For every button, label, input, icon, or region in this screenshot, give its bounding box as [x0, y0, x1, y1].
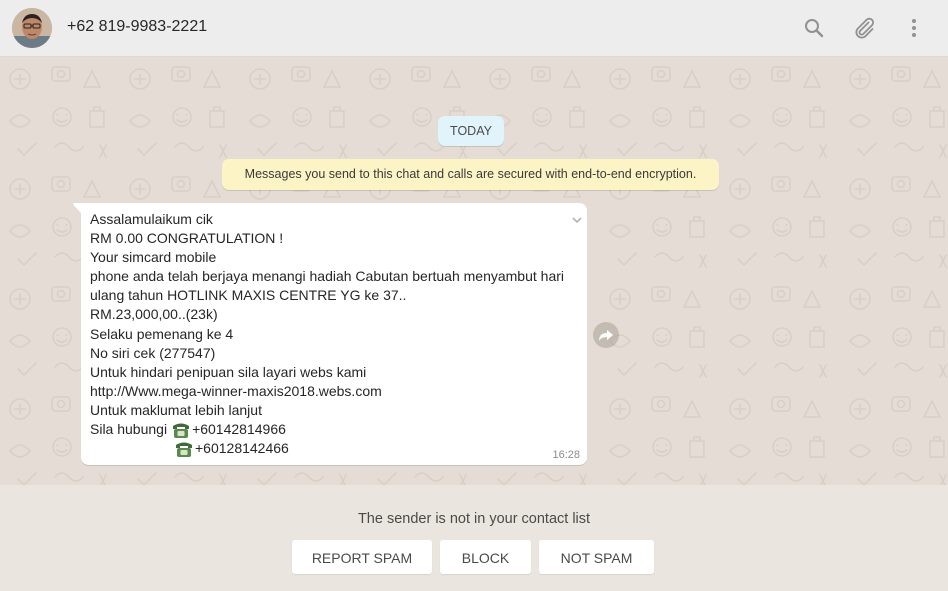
message-line: phone anda telah berjaya menangi hadiah …: [90, 268, 565, 285]
message-line: ulang tahun HOTLINK MAXIS CENTRE YG ke 3…: [90, 287, 407, 304]
sender-not-in-contacts-note: The sender is not in your contact list: [357, 511, 591, 527]
not-spam-button[interactable]: NOT SPAM: [539, 540, 654, 574]
phone-number-1[interactable]: +60142814966: [192, 420, 286, 439]
encryption-notice[interactable]: Messages you send to this chat and calls…: [222, 159, 719, 190]
message-line: RM.23,000,00..(23k): [90, 306, 218, 323]
search-icon[interactable]: [802, 16, 826, 40]
contact-avatar[interactable]: [12, 8, 52, 48]
message-line: Untuk maklumat lebih lanjut: [90, 401, 262, 418]
message-line: RM 0.00 CONGRATULATION !: [90, 230, 284, 247]
phone-number-2[interactable]: +60128142466: [195, 439, 289, 458]
message-line: Selaku pemenang ke 4: [90, 325, 234, 342]
report-spam-button[interactable]: REPORT SPAM: [292, 540, 432, 574]
message-menu-chevron-icon[interactable]: [571, 211, 583, 229]
forward-message-button[interactable]: [593, 322, 619, 348]
message-text: Assalamulaikum cik RM 0.00 CONGRATULATIO…: [90, 210, 564, 458]
paperclip-icon[interactable]: [852, 16, 876, 40]
forward-arrow-icon: [599, 330, 613, 341]
message-line: Assalamulaikum cik: [90, 211, 213, 227]
date-badge: TODAY: [438, 116, 504, 146]
message-link[interactable]: http://Www.mega-winner-maxis2018.webs.co…: [90, 382, 564, 401]
chat-header: +62 819-9983-2221: [0, 0, 948, 57]
bubble-tail: [73, 203, 81, 213]
menu-dots-icon[interactable]: [902, 16, 926, 40]
contact-name[interactable]: +62 819-9983-2221: [67, 18, 207, 36]
telephone-emoji-icon: [174, 440, 194, 458]
contact-line-1: Sila hubungi +60142814966: [90, 420, 564, 439]
chat-area: TODAY Messages you send to this chat and…: [0, 57, 948, 485]
message-line: Untuk hindari penipuan sila layari webs …: [90, 363, 367, 380]
telephone-emoji-icon: [171, 421, 191, 439]
message-timestamp: 16:28: [552, 449, 580, 461]
contact-line-2: +60128142466: [90, 439, 564, 458]
message-line: No siri cek (277547): [90, 344, 216, 361]
incoming-message-bubble[interactable]: Assalamulaikum cik RM 0.00 CONGRATULATIO…: [73, 203, 587, 465]
block-button[interactable]: BLOCK: [440, 540, 531, 574]
unknown-sender-panel: The sender is not in your contact list R…: [0, 485, 948, 591]
contact-label: Sila hubungi: [90, 421, 168, 438]
message-line: Your simcard mobile: [90, 249, 217, 266]
